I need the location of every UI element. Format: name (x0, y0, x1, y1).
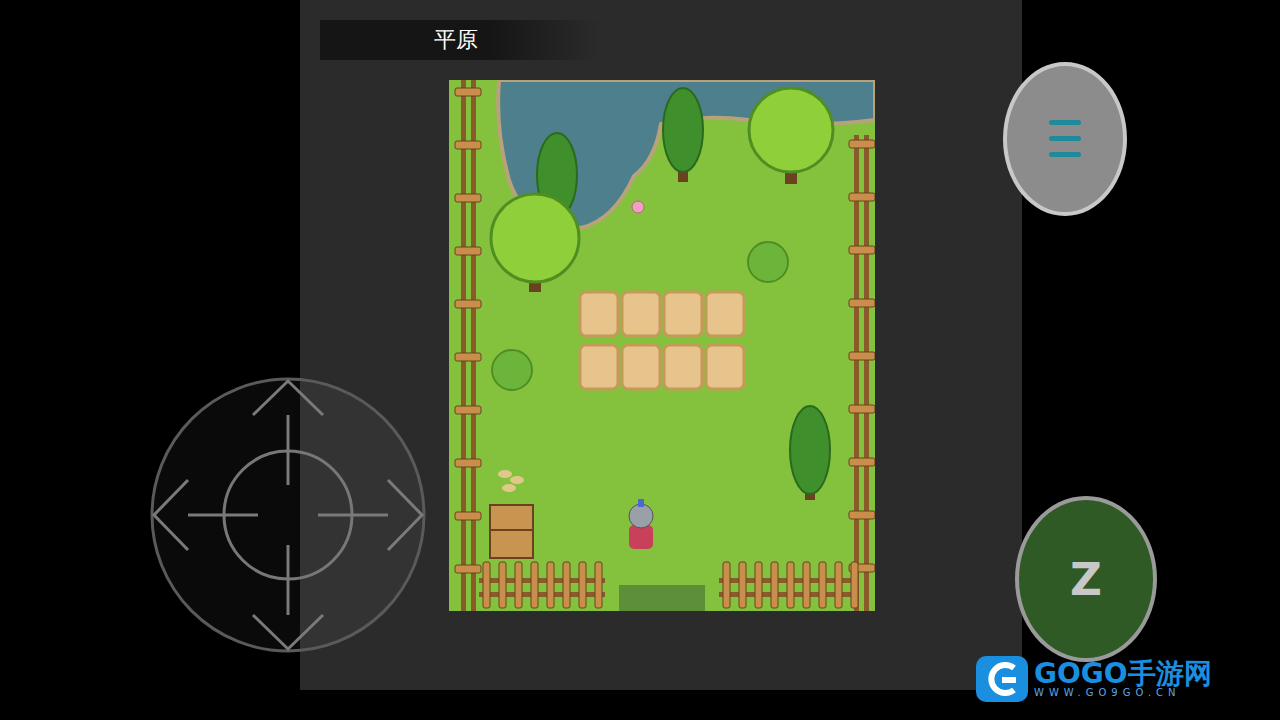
game-panel: 平原 (300, 0, 1022, 690)
up-arrow-icon[interactable] (253, 381, 323, 415)
tree-round-icon (749, 88, 833, 184)
map-name: 平原 (434, 25, 478, 55)
watermark-brand: GOGO手游网 (1034, 659, 1212, 688)
bottom-fence (479, 562, 858, 608)
farm-plot[interactable] (622, 345, 660, 389)
tree-conifer-icon (663, 88, 703, 182)
watermark-url: WWW.GO9GO.CN (1034, 688, 1212, 699)
left-fence (455, 80, 481, 611)
right-arrow-icon[interactable] (388, 480, 422, 550)
game-screen: 平原 Z GOGO手游网 WWW.GO9GO.CN (0, 0, 1280, 720)
bush-icon (492, 350, 532, 390)
farm-plots (580, 292, 744, 389)
down-arrow-icon[interactable] (253, 615, 323, 649)
stones-icon (498, 470, 524, 492)
farm-plot[interactable] (664, 292, 702, 336)
flower-icon (632, 201, 644, 213)
bush-icon (748, 242, 788, 282)
farm-plot[interactable] (580, 292, 618, 336)
action-button[interactable]: Z (1015, 496, 1157, 662)
crate-icon[interactable] (490, 505, 533, 558)
tree-round-icon (491, 194, 579, 292)
left-arrow-icon[interactable] (154, 480, 188, 550)
right-fence (849, 135, 875, 611)
farm-plot[interactable] (580, 345, 618, 389)
farm-plot[interactable] (706, 292, 744, 336)
farm-plot[interactable] (706, 345, 744, 389)
player-character-icon[interactable] (629, 499, 653, 549)
farm-plot[interactable] (664, 345, 702, 389)
action-button-label: Z (1070, 554, 1102, 605)
exit-path[interactable] (619, 585, 705, 611)
brand-logo-icon (974, 654, 1030, 704)
map-name-banner: 平原 (320, 20, 600, 60)
game-map[interactable] (449, 80, 875, 611)
tree-conifer-icon (790, 406, 830, 500)
dpad[interactable] (148, 375, 428, 655)
grass (449, 80, 875, 611)
watermark: GOGO手游网 WWW.GO9GO.CN (974, 654, 1212, 704)
menu-icon (1045, 116, 1085, 162)
farm-plot[interactable] (622, 292, 660, 336)
menu-button[interactable] (1003, 62, 1127, 216)
